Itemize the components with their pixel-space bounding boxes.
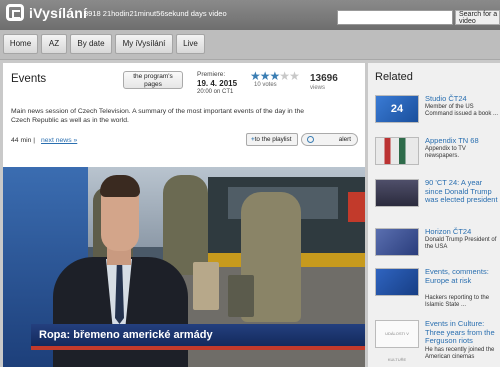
related-thumbnail[interactable]: [375, 137, 419, 165]
related-thumbnail[interactable]: UDÁLOSTI V KULTUŘE: [375, 320, 419, 362]
related-item-desc: He has recently joined the American cine…: [425, 347, 495, 360]
related-item-title[interactable]: Appendix TN 68: [425, 136, 500, 146]
star-icon[interactable]: ★: [260, 69, 271, 83]
duration: 44 min |: [11, 137, 36, 144]
related-title: Related: [375, 71, 413, 83]
rating-stars[interactable]: ★★★★★: [250, 69, 300, 83]
video-jerrycan: [193, 262, 219, 310]
related-item-title[interactable]: Events in Culture: Three years from the …: [425, 319, 500, 346]
related-sidebar: Related 24 Studio ČT24 Member of the US …: [368, 63, 500, 367]
main-nav: Home AZ By date My iVysílání Live: [0, 30, 500, 60]
alert-button[interactable]: alert: [301, 133, 358, 146]
program-title: Events: [11, 73, 47, 85]
related-item-desc: Appendix to TV newspapers.: [425, 146, 466, 159]
video-soldier: [163, 175, 208, 275]
nav-live[interactable]: Live: [176, 34, 205, 54]
logo-text: iVysílání: [29, 4, 88, 21]
star-icon[interactable]: ★: [289, 69, 300, 83]
video-player[interactable]: Ropa: břemeno americké armády: [3, 167, 365, 367]
related-item-desc: Donald Trump President of the USA: [425, 237, 497, 250]
related-item-desc: Hackers reporting to the Islamic State .…: [425, 295, 490, 308]
related-thumbnail[interactable]: [375, 179, 419, 207]
caption-stripe: [31, 346, 365, 350]
alert-label: alert: [338, 136, 351, 143]
video-counter: 3918 21hodin21minut56sekund days video: [84, 9, 227, 18]
star-icon[interactable]: ★: [279, 69, 290, 83]
related-item-title[interactable]: Horizon ČT24: [425, 227, 500, 237]
views-count: 13696: [310, 73, 338, 84]
logo[interactable]: iVysílání: [6, 4, 87, 21]
top-bar: iVysílání 3918 21hodin21minut56sekund da…: [0, 0, 500, 30]
news-anchor-hair: [100, 175, 140, 197]
video-sign: [348, 192, 365, 222]
related-item-title[interactable]: Studio ČT24: [425, 94, 500, 104]
add-to-playlist-button[interactable]: +to the playlist: [246, 133, 298, 146]
related-item[interactable]: UDÁLOSTI V KULTUŘE Events in Culture: Th…: [375, 319, 500, 367]
related-thumbnail[interactable]: [375, 268, 419, 296]
nav-az[interactable]: AZ: [41, 34, 67, 54]
programs-page-button[interactable]: the program's pages: [123, 71, 183, 89]
logo-icon: [6, 4, 24, 21]
related-item-desc: Member of the US Command issued a book .…: [425, 104, 499, 117]
premiere-time: 20:00 on CT1: [197, 89, 234, 95]
related-item-title[interactable]: 90 'CT 24: A year since Donald Trump was…: [425, 178, 500, 205]
playlist-label: to the playlist: [254, 136, 292, 143]
clock-icon: [307, 136, 314, 143]
nav-home[interactable]: Home: [3, 34, 38, 54]
search-input[interactable]: [337, 10, 453, 25]
related-item[interactable]: 90 'CT 24: A year since Donald Trump was…: [375, 178, 500, 227]
nav-by-date[interactable]: By date: [70, 34, 112, 54]
views-label: views: [310, 85, 326, 91]
star-icon[interactable]: ★: [250, 69, 261, 83]
search-button[interactable]: Search for a video: [455, 10, 500, 25]
related-thumbnail[interactable]: 24: [375, 95, 419, 123]
related-item[interactable]: Events, comments: Europe at risk Hackers…: [375, 267, 500, 316]
video-jerrycan: [228, 275, 254, 317]
related-thumbnail[interactable]: [375, 228, 419, 256]
programs-button-line2: pages: [144, 81, 162, 88]
premiere-label: Premiere:: [197, 71, 226, 78]
next-news-link[interactable]: next news »: [41, 137, 77, 144]
programs-button-line1: the program's: [133, 73, 173, 80]
related-item-title[interactable]: Events, comments: Europe at risk: [425, 267, 500, 285]
votes-count: 10 votes: [254, 82, 277, 88]
video-caption: Ropa: břemeno americké armády: [31, 324, 365, 346]
nav-my-ivysilani[interactable]: My iVysílání: [115, 34, 173, 54]
premiere-date: 19. 4. 2015: [197, 79, 238, 88]
star-icon[interactable]: ★: [270, 69, 281, 83]
program-description: Main news session of Czech Television. A…: [11, 108, 305, 124]
